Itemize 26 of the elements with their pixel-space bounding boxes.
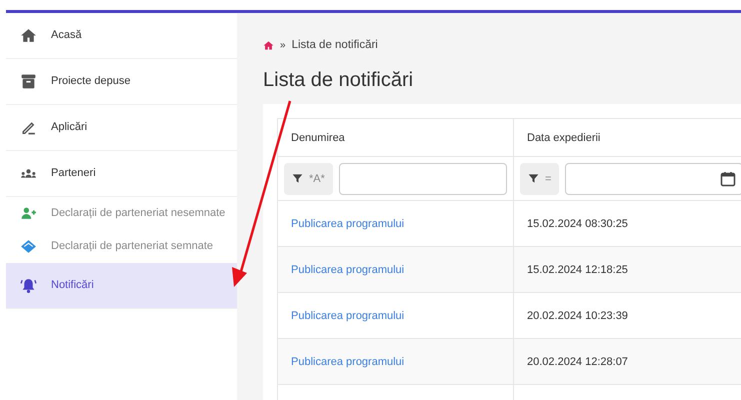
filter-icon [528,173,539,184]
sidebar-item[interactable]: Notificări [6,263,237,309]
notification-link[interactable]: Publicarea programului [291,262,404,278]
home-icon [20,27,37,44]
breadcrumb-separator: » [280,39,286,54]
sidebar-item[interactable]: Declarații de parteneriat semnate [6,230,237,263]
column-header: Denumirea [278,119,514,158]
sidebar-item[interactable]: Declarații de parteneriat nesemnate [6,197,237,230]
filter-button[interactable]: = [520,162,560,195]
notification-link[interactable]: Publicarea programului [291,354,404,370]
filter-input-field[interactable] [338,162,507,195]
notification-link[interactable]: Publicarea programului [291,308,404,324]
filter-input-field[interactable] [565,162,741,195]
calendar-icon[interactable] [720,170,736,187]
add-person-icon [20,205,37,222]
column-header: Data expedierii [514,119,741,158]
filter-button[interactable]: *A* [284,162,333,195]
table-cell: 20.02.2024 12:28:07 [514,339,741,386]
notification-link[interactable]: Publicarea programului [291,216,404,232]
bell-icon [20,277,37,294]
home-icon[interactable] [263,40,274,52]
filter-icon [292,173,303,184]
breadcrumb-current: Lista de notificări [292,38,378,53]
page-title: Lista de notificări [263,68,414,92]
archive-box-icon [20,73,37,90]
table-cell: 15.02.2024 12:18:25 [514,247,741,294]
